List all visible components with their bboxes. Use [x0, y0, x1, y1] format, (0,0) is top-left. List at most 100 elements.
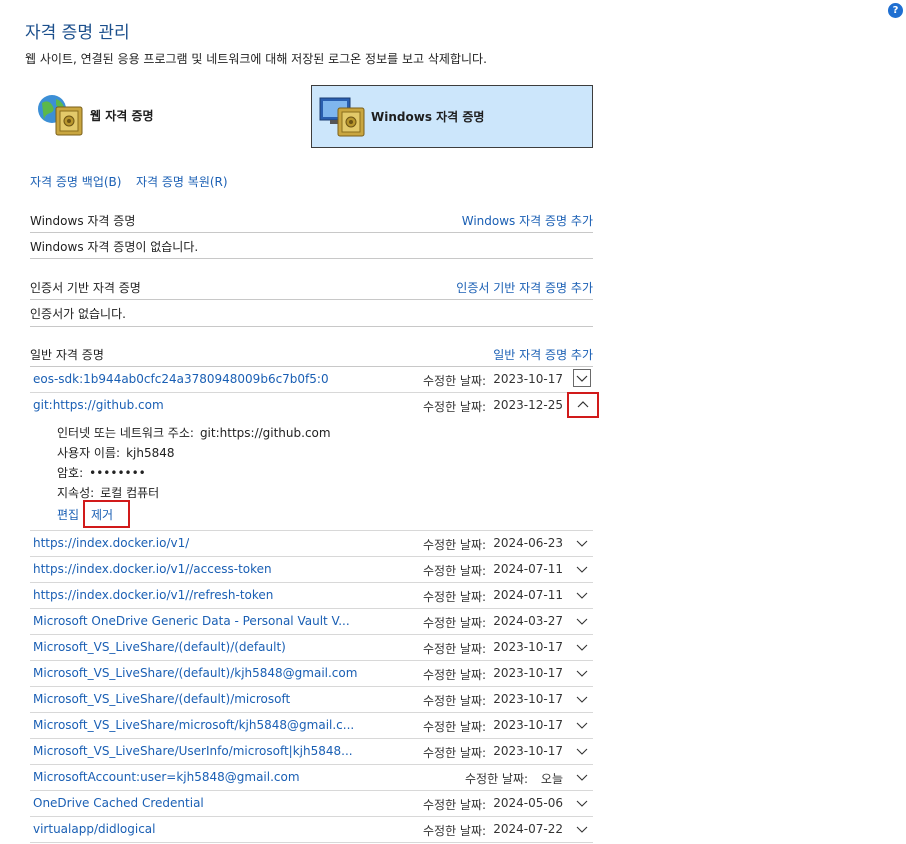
chevron-down-icon[interactable] [575, 718, 589, 732]
credential-row[interactable]: virtualapp/didlogical 수정한 날짜: 2024-07-22 [30, 816, 593, 842]
credential-row[interactable]: Microsoft_VS_LiveShare/UserInfo/microsof… [30, 738, 593, 764]
edit-link[interactable]: 편집 [57, 506, 79, 523]
credential-row[interactable]: Microsoft_VS_LiveShare/(default)/(defaul… [30, 634, 593, 660]
password-value: •••••••• [89, 466, 146, 480]
modified-label: 수정한 날짜: [423, 746, 487, 760]
detail-persistence: 지속성: 로컬 컴퓨터 [57, 484, 159, 501]
globe-vault-icon [38, 95, 83, 136]
credential-row[interactable]: OneDrive Cached Credential 수정한 날짜: 2024-… [30, 790, 593, 816]
modified-label: 수정한 날짜: [423, 616, 487, 630]
username-label: 사용자 이름: [57, 446, 121, 460]
modified-date: 오늘 [540, 772, 563, 786]
add-generic-credential-link[interactable]: 일반 자격 증명 추가 [493, 346, 593, 363]
chevron-down-icon[interactable] [575, 614, 589, 628]
username-value: kjh5848 [126, 446, 175, 460]
modified-date: 2023-10-17 [493, 640, 563, 654]
credential-row[interactable]: Microsoft_VS_LiveShare/microsoft/kjh5848… [30, 712, 593, 738]
divider [30, 299, 593, 300]
credential-name: OneDrive Cached Credential [33, 796, 204, 810]
expand-button[interactable] [573, 369, 591, 387]
certificate-credentials-empty: 인증서가 없습니다. [30, 307, 126, 321]
password-label: 암호: [57, 466, 84, 480]
modified-label: 수정한 날짜: [423, 564, 487, 578]
credential-name: Microsoft_VS_LiveShare/UserInfo/microsof… [33, 744, 353, 758]
chevron-down-icon[interactable] [575, 822, 589, 836]
modified-label: 수정한 날짜: [423, 590, 487, 604]
credential-row[interactable]: eos-sdk:1b944ab0cfc24a3780948009b6c7b0f5… [30, 366, 593, 392]
restore-credentials-link[interactable]: 자격 증명 복원(R) [136, 173, 228, 190]
modified-date: 2023-10-17 [493, 718, 563, 732]
chevron-down-icon[interactable] [575, 536, 589, 550]
credential-row[interactable]: Microsoft_VS_LiveShare/(default)/microso… [30, 686, 593, 712]
credential-name: https://index.docker.io/v1/ [33, 536, 190, 550]
credential-name: Microsoft_VS_LiveShare/microsoft/kjh5848… [33, 718, 355, 732]
chevron-down-icon[interactable] [575, 562, 589, 576]
modified-date: 2023-12-25 [493, 398, 563, 412]
chevron-down-icon[interactable] [575, 744, 589, 758]
divider [30, 232, 593, 233]
credential-name: https://index.docker.io/v1//refresh-toke… [33, 588, 274, 602]
credential-name: virtualapp/didlogical [33, 822, 156, 836]
address-label: 인터넷 또는 네트워크 주소: [57, 426, 194, 440]
chevron-down-icon[interactable] [575, 640, 589, 654]
credential-name: https://index.docker.io/v1//access-token [33, 562, 272, 576]
credential-name: Microsoft_VS_LiveShare/(default)/microso… [33, 692, 291, 706]
generic-credentials-header: 일반 자격 증명 일반 자격 증명 추가 [30, 341, 593, 365]
add-certificate-credential-link[interactable]: 인증서 기반 자격 증명 추가 [456, 279, 593, 296]
credential-row[interactable]: Microsoft_VS_LiveShare/(default)/kjh5848… [30, 660, 593, 686]
page-description: 웹 사이트, 연결된 응용 프로그램 및 네트워크에 대해 저장된 로그온 정보… [25, 52, 487, 66]
credential-name: Microsoft OneDrive Generic Data - Person… [33, 614, 350, 628]
credential-row[interactable]: https://index.docker.io/v1/ 수정한 날짜: 2024… [30, 530, 593, 556]
chevron-down-icon[interactable] [575, 692, 589, 706]
modified-date: 2024-03-27 [493, 614, 563, 628]
section-title: Windows 자격 증명 [30, 214, 136, 228]
web-credentials-tile[interactable]: 웹 자격 증명 [30, 85, 312, 148]
credential-row[interactable]: https://index.docker.io/v1//refresh-toke… [30, 582, 593, 608]
modified-label: 수정한 날짜: [423, 538, 487, 552]
backup-credentials-link[interactable]: 자격 증명 백업(B) [30, 173, 121, 190]
detail-address: 인터넷 또는 네트워크 주소: git:https://github.com [57, 424, 331, 441]
modified-label: 수정한 날짜: [423, 824, 487, 838]
divider [30, 258, 593, 259]
modified-date: 2024-07-22 [493, 822, 563, 836]
chevron-down-icon[interactable] [575, 588, 589, 602]
credential-name: Microsoft_VS_LiveShare/(default)/(defaul… [33, 640, 286, 654]
modified-date: 2023-10-17 [493, 666, 563, 680]
section-title: 인증서 기반 자격 증명 [30, 281, 141, 295]
collapse-button[interactable] [567, 392, 599, 418]
add-windows-credential-link[interactable]: Windows 자격 증명 추가 [462, 212, 593, 229]
modified-label: 수정한 날짜: [465, 772, 529, 786]
persistence-label: 지속성: [57, 486, 95, 500]
modified-date: 2024-07-11 [493, 588, 563, 602]
modified-date: 2024-06-23 [493, 536, 563, 550]
divider [30, 326, 593, 327]
modified-date: 2023-10-17 [493, 744, 563, 758]
modified-label: 수정한 날짜: [423, 400, 487, 414]
chevron-up-icon [577, 401, 589, 408]
chevron-down-icon[interactable] [575, 770, 589, 784]
persistence-value: 로컬 컴퓨터 [100, 486, 160, 500]
windows-credentials-empty: Windows 자격 증명이 없습니다. [30, 240, 199, 254]
modified-date: 2024-05-06 [493, 796, 563, 810]
modified-date: 2023-10-17 [493, 692, 563, 706]
credential-row[interactable]: Microsoft OneDrive Generic Data - Person… [30, 608, 593, 634]
credential-row[interactable]: https://index.docker.io/v1//access-token… [30, 556, 593, 582]
windows-credentials-tile[interactable]: Windows 자격 증명 [311, 85, 593, 148]
chevron-down-icon[interactable] [575, 666, 589, 680]
credential-name: MicrosoftAccount:user=kjh5848@gmail.com [33, 770, 300, 784]
section-title: 일반 자격 증명 [30, 348, 104, 362]
page-title: 자격 증명 관리 [25, 23, 130, 43]
divider [30, 842, 593, 843]
web-credentials-label: 웹 자격 증명 [90, 109, 154, 123]
credential-row[interactable]: MicrosoftAccount:user=kjh5848@gmail.com … [30, 764, 593, 790]
modified-date: 2024-07-11 [493, 562, 563, 576]
modified-label: 수정한 날짜: [423, 374, 487, 388]
modified-date: 2023-10-17 [493, 372, 563, 386]
chevron-down-icon[interactable] [575, 796, 589, 810]
credential-name: git:https://github.com [33, 398, 164, 412]
modified-label: 수정한 날짜: [423, 798, 487, 812]
credential-name: eos-sdk:1b944ab0cfc24a3780948009b6c7b0f5… [33, 372, 329, 386]
modified-label: 수정한 날짜: [423, 720, 487, 734]
credential-row-expanded[interactable]: git:https://github.com 수정한 날짜: 2023-12-2… [30, 392, 593, 418]
help-icon[interactable]: ? [888, 3, 903, 18]
